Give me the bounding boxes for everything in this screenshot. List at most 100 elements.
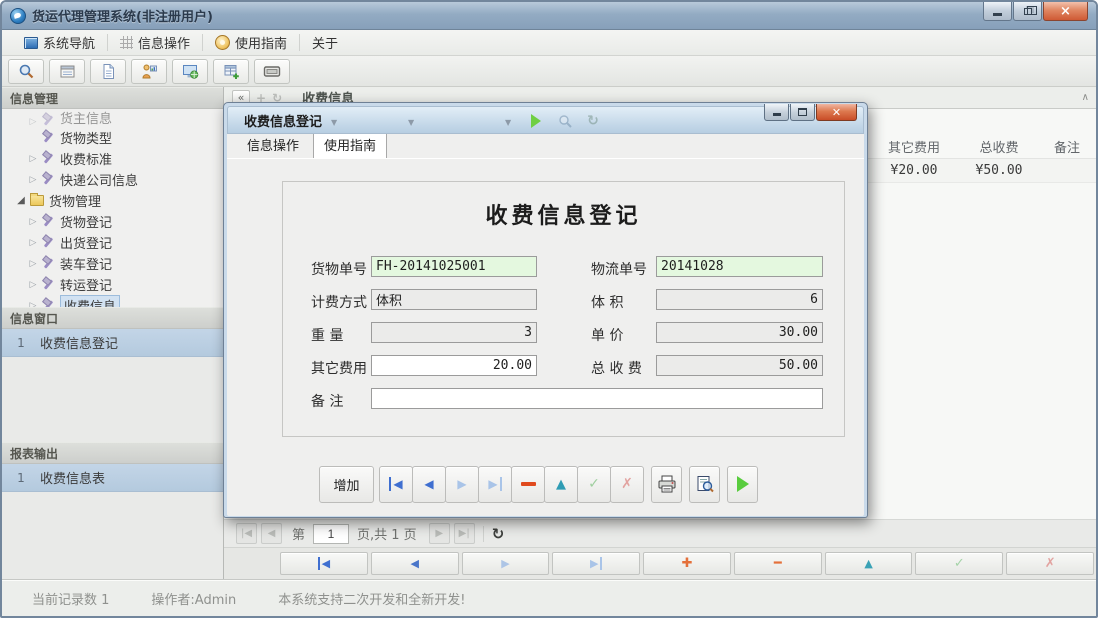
dialog-minimize-button[interactable] bbox=[764, 104, 789, 121]
tree-item-cargo-register[interactable]: ▷ 货物登记 bbox=[2, 211, 223, 232]
dialog-maximize-button[interactable] bbox=[790, 104, 815, 121]
record-confirm-button[interactable]: ✓ bbox=[915, 552, 1003, 575]
check-icon: ✓ bbox=[954, 556, 965, 571]
volume-field bbox=[656, 289, 823, 310]
page-next-button[interactable]: ▶ bbox=[429, 523, 450, 544]
search-button[interactable] bbox=[8, 59, 44, 84]
menu-item-system-nav[interactable]: 系统导航 bbox=[12, 30, 107, 55]
dialog-tab-user-guide[interactable]: 使用指南 bbox=[313, 131, 387, 158]
record-last-button[interactable]: ▶ bbox=[552, 552, 640, 575]
restore-icon bbox=[1024, 8, 1032, 15]
close-button[interactable]: × bbox=[1043, 2, 1088, 21]
print-button[interactable] bbox=[651, 466, 682, 503]
cargo-no-field[interactable] bbox=[371, 256, 537, 277]
page-number-input[interactable] bbox=[313, 524, 349, 544]
cancel-button[interactable]: ✗ bbox=[610, 466, 644, 503]
delete-button[interactable] bbox=[511, 466, 545, 503]
page-last-button[interactable]: ▶| bbox=[454, 523, 475, 544]
run-button[interactable] bbox=[727, 466, 758, 503]
minimize-icon bbox=[773, 113, 781, 116]
record-first-button[interactable]: ◀ bbox=[280, 552, 368, 575]
remark-field[interactable] bbox=[371, 388, 823, 409]
record-prev-button[interactable]: ◀ bbox=[371, 552, 459, 575]
table-add-button[interactable] bbox=[213, 59, 249, 84]
collapse-panel-icon[interactable]: ∧ bbox=[1082, 92, 1088, 103]
confirm-button[interactable]: ✓ bbox=[577, 466, 611, 503]
title-bar: 货运代理管理系统(非注册用户) × bbox=[2, 2, 1096, 30]
new-document-button[interactable] bbox=[90, 59, 126, 84]
tree-item-cargo-type[interactable]: 货物类型 bbox=[2, 127, 223, 148]
menu-item-user-guide[interactable]: 使用指南 bbox=[203, 30, 299, 55]
tree-item-express-company-info[interactable]: ▷ 快递公司信息 bbox=[2, 169, 223, 190]
expand-arrow-icon[interactable]: ▷ bbox=[26, 117, 40, 127]
tree-item-cargo-management[interactable]: ◢ 货物管理 bbox=[2, 190, 223, 211]
menu-label: 系统导航 bbox=[43, 33, 95, 52]
dialog-tab-info-ops[interactable]: 信息操作 bbox=[237, 132, 309, 158]
grid-header-remark[interactable]: 备注 bbox=[1038, 137, 1096, 156]
dropdown-arrow-icon[interactable]: ▼ bbox=[331, 118, 337, 127]
dialog-title: 收费信息登记 bbox=[244, 111, 322, 130]
tree-item-fee-info[interactable]: ▷ 收费信息 bbox=[2, 295, 223, 307]
run-query-button[interactable] bbox=[524, 110, 548, 132]
restore-button[interactable] bbox=[1013, 2, 1042, 21]
page-prev-button[interactable]: ◀ bbox=[261, 523, 282, 544]
info-window-item-fee-register[interactable]: 1 收费信息登记 bbox=[2, 329, 223, 357]
pager-suffix-label: 页,共 1 页 bbox=[357, 524, 417, 543]
printer-device-icon bbox=[263, 64, 281, 79]
sidebar-section-info-management[interactable]: 信息管理 bbox=[2, 87, 223, 109]
menu-item-info-ops[interactable]: 信息操作 bbox=[108, 30, 202, 55]
other-fee-field[interactable] bbox=[371, 355, 537, 376]
minimize-button[interactable] bbox=[983, 2, 1012, 21]
tree-item-shipper-info[interactable]: ▷ 货主信息 bbox=[2, 111, 223, 127]
record-delete-button[interactable]: ━ bbox=[734, 552, 822, 575]
collapse-arrow-icon[interactable]: ◢ bbox=[14, 195, 28, 206]
menu-item-about[interactable]: 关于 bbox=[300, 30, 350, 55]
expand-arrow-icon[interactable]: ▷ bbox=[26, 217, 40, 227]
sidebar-section-info-window[interactable]: 信息窗口 bbox=[2, 307, 223, 329]
record-cancel-button[interactable]: ✗ bbox=[1006, 552, 1094, 575]
expand-arrow-icon[interactable]: ▷ bbox=[26, 154, 40, 164]
grid-header-total-fee[interactable]: 总收费 bbox=[960, 137, 1038, 156]
dialog-close-button[interactable]: ✕ bbox=[816, 104, 857, 121]
dropdown-arrow-icon[interactable]: ▼ bbox=[408, 118, 414, 127]
form-view-button[interactable] bbox=[49, 59, 85, 84]
status-bar: 当前记录数 1 操作者:Admin 本系统支持二次开发和全新开发! bbox=[2, 579, 1096, 616]
tree-item-transfer-register[interactable]: ▷ 转运登记 bbox=[2, 274, 223, 295]
list-item-label: 收费信息登记 bbox=[40, 333, 118, 352]
expand-arrow-icon[interactable]: ▷ bbox=[26, 238, 40, 248]
section-header-label: 信息窗口 bbox=[10, 310, 58, 327]
tree-item-loading-register[interactable]: ▷ 装车登记 bbox=[2, 253, 223, 274]
last-icon: ▶ bbox=[590, 557, 602, 570]
nav-first-button[interactable]: ◀ bbox=[379, 466, 413, 503]
add-button[interactable]: 增加 bbox=[319, 466, 374, 503]
record-add-button[interactable]: ✚ bbox=[643, 552, 731, 575]
tree-item-fee-standard[interactable]: ▷ 收费标准 bbox=[2, 148, 223, 169]
tree-item-shipment-register[interactable]: ▷ 出货登记 bbox=[2, 232, 223, 253]
status-operator: 操作者:Admin bbox=[151, 589, 236, 608]
user-report-button[interactable] bbox=[131, 59, 167, 84]
expand-arrow-icon[interactable]: ▷ bbox=[26, 280, 40, 290]
other-fee-label: 其它费用 bbox=[311, 358, 367, 378]
device-button[interactable] bbox=[254, 59, 290, 84]
monitor-button[interactable] bbox=[172, 59, 208, 84]
sidebar-section-report-output[interactable]: 报表输出 bbox=[2, 442, 223, 464]
nav-last-button[interactable]: ▶ bbox=[478, 466, 512, 503]
last-icon: ▶ bbox=[488, 477, 501, 491]
page-first-button[interactable]: |◀ bbox=[236, 523, 257, 544]
record-edit-button[interactable]: ▲ bbox=[825, 552, 913, 575]
info-window-list: 1 收费信息登记 bbox=[2, 329, 223, 357]
expand-arrow-icon[interactable]: ▷ bbox=[26, 175, 40, 185]
grid-data-row[interactable]: 00 ¥20.00 ¥50.00 bbox=[834, 159, 1096, 183]
grid-header-other-fee[interactable]: 其它费用 bbox=[868, 137, 960, 156]
record-next-button[interactable]: ▶ bbox=[462, 552, 550, 575]
nav-next-button[interactable]: ▶ bbox=[445, 466, 479, 503]
print-preview-button[interactable] bbox=[689, 466, 720, 503]
tool-icon bbox=[42, 236, 55, 249]
logistics-no-field[interactable] bbox=[656, 256, 823, 277]
refresh-icon[interactable]: ↻ bbox=[492, 525, 505, 543]
report-output-item-fee-table[interactable]: 1 收费信息表 bbox=[2, 464, 223, 492]
nav-prev-button[interactable]: ◀ bbox=[412, 466, 446, 503]
dropdown-arrow-icon[interactable]: ▼ bbox=[505, 118, 511, 127]
expand-arrow-icon[interactable]: ▷ bbox=[26, 259, 40, 269]
edit-button[interactable]: ▲ bbox=[544, 466, 578, 503]
